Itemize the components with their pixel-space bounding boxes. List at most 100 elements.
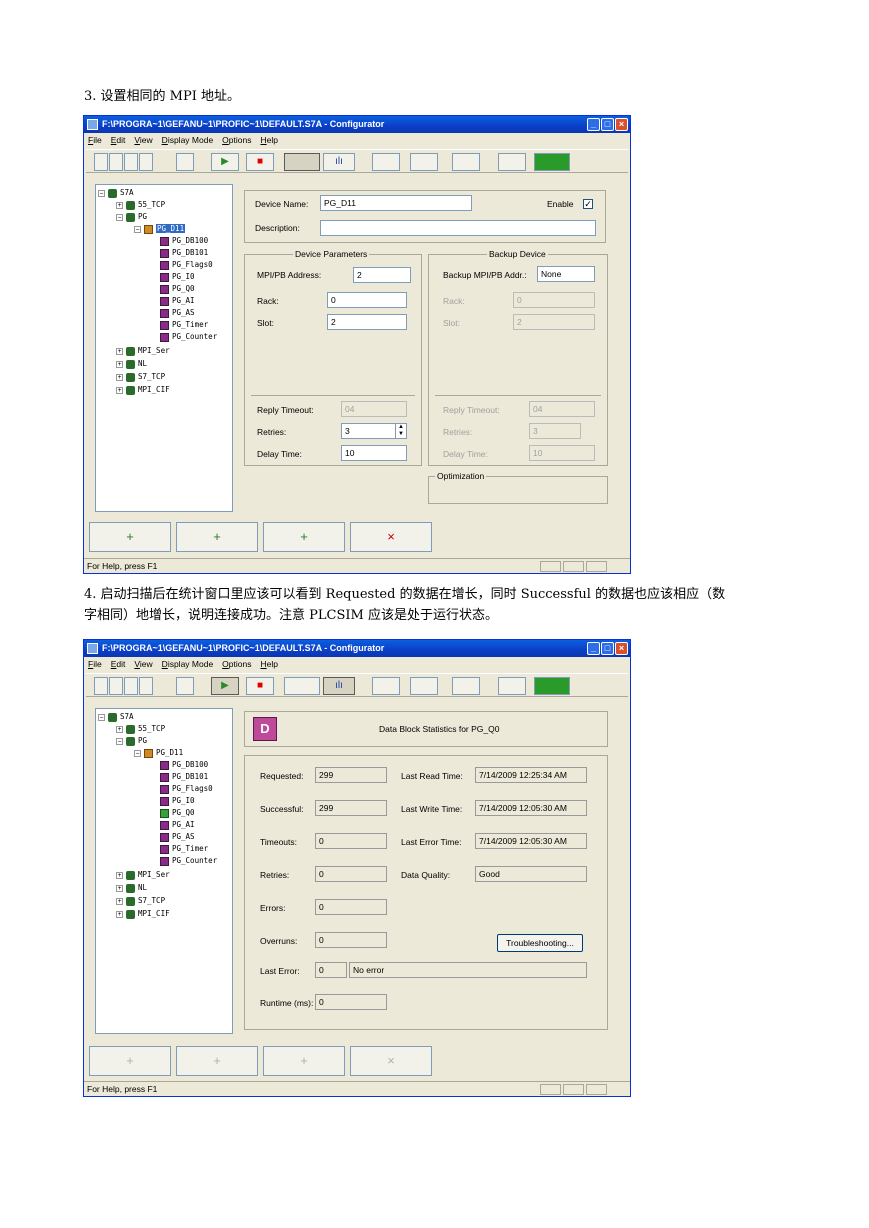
menu-edit[interactable]: Edit	[111, 657, 126, 671]
tree-node-pg-flags0[interactable]: PG_Flags0	[160, 783, 213, 795]
save-all-icon[interactable]	[139, 153, 153, 171]
tree-node-s7-tcp[interactable]: + S7_TCP	[116, 895, 165, 907]
tree-node-pg-db101[interactable]: PG_DB101	[160, 247, 208, 259]
tree-node-55-tcp[interactable]: +55_TCP	[116, 723, 165, 735]
retries-stepper[interactable]: 3 ▲ ▼	[341, 423, 407, 439]
edit-icon[interactable]	[498, 153, 526, 171]
wave-icon[interactable]	[534, 153, 570, 171]
enable-checkbox[interactable]: ✓	[583, 199, 593, 209]
mpi-address-input[interactable]: 2	[353, 267, 411, 283]
save-all-icon[interactable]	[139, 677, 153, 695]
stop-button[interactable]: ■	[246, 677, 274, 695]
network-icon[interactable]	[410, 677, 438, 695]
close-button[interactable]: ×	[615, 642, 628, 655]
tree-node-pg-i0[interactable]: PG_I0	[160, 271, 195, 283]
minimize-button[interactable]: _	[587, 642, 600, 655]
expand-icon[interactable]: +	[116, 884, 123, 892]
tree-node-pg-db100[interactable]: PG_DB100	[160, 235, 208, 247]
add-device-button[interactable]: +	[176, 1046, 258, 1076]
reply-timeout-input[interactable]: 04	[341, 401, 407, 417]
wave-icon[interactable]	[534, 677, 570, 695]
stats-view-button[interactable]: ılı	[323, 153, 355, 171]
tree-node-mpi-cif[interactable]: + MPI_CIF	[116, 384, 170, 396]
tree-node-mpi-ser[interactable]: + MPI_Ser	[116, 345, 170, 357]
menu-view[interactable]: View	[134, 133, 152, 147]
expand-icon[interactable]: +	[116, 725, 123, 733]
expand-icon[interactable]: +	[116, 201, 123, 209]
add-device-button[interactable]: +	[176, 522, 258, 552]
add-channel-button[interactable]: +	[89, 522, 171, 552]
tree-node-pg-counter[interactable]: PG_Counter	[160, 331, 217, 343]
slot-input[interactable]: 2	[327, 314, 407, 330]
minimize-button[interactable]: _	[587, 118, 600, 131]
collapse-icon[interactable]: −	[116, 737, 123, 745]
tree-node-pg-db100[interactable]: PG_DB100	[160, 759, 208, 771]
menu-help[interactable]: Help	[260, 133, 277, 147]
run-button[interactable]: ▶	[211, 153, 239, 171]
menu-file[interactable]: File	[88, 657, 102, 671]
expand-icon[interactable]: +	[116, 871, 123, 879]
tree-node-pg[interactable]: − PG	[116, 211, 147, 223]
stats-view-button[interactable]: ılı	[323, 677, 355, 695]
new-file-icon[interactable]	[94, 153, 108, 171]
tree-node-55-tcp[interactable]: +55_TCP	[116, 199, 165, 211]
collapse-icon[interactable]: −	[134, 749, 141, 757]
tree-node-pg-ai[interactable]: PG_AI	[160, 295, 195, 307]
delete-button[interactable]: ×	[350, 522, 432, 552]
device-icon[interactable]	[452, 677, 480, 695]
expand-icon[interactable]: +	[116, 386, 123, 394]
config-view-icon[interactable]	[284, 677, 320, 695]
tree-node-pg-timer[interactable]: PG_Timer	[160, 319, 208, 331]
tree-node-pg-db101[interactable]: PG_DB101	[160, 771, 208, 783]
save-icon[interactable]	[124, 677, 138, 695]
tree-node-pg-flags0[interactable]: PG_Flags0	[160, 259, 213, 271]
tree-node-pg-q0[interactable]: PG_Q0	[160, 807, 195, 819]
delete-button[interactable]: ×	[350, 1046, 432, 1076]
log-icon[interactable]	[372, 677, 400, 695]
tree-node-pg[interactable]: − PG	[116, 735, 147, 747]
run-button[interactable]: ▶	[211, 677, 239, 695]
expand-icon[interactable]: +	[116, 910, 123, 918]
tree-node-mpi-ser[interactable]: + MPI_Ser	[116, 869, 170, 881]
config-view-icon[interactable]	[284, 153, 320, 171]
open-folder-icon[interactable]	[109, 153, 123, 171]
tree-node-s7-tcp[interactable]: + S7_TCP	[116, 371, 165, 383]
add-block-button[interactable]: +	[263, 522, 345, 552]
add-block-button[interactable]: +	[263, 1046, 345, 1076]
collapse-icon[interactable]: −	[98, 713, 105, 721]
backup-rack-input[interactable]: 0	[513, 292, 595, 308]
tree-node-root[interactable]: − S7A	[98, 711, 134, 723]
tree-node-pg-q0[interactable]: PG_Q0	[160, 283, 195, 295]
expand-icon[interactable]: +	[116, 897, 123, 905]
save-icon[interactable]	[124, 153, 138, 171]
device-icon[interactable]	[452, 153, 480, 171]
edit-icon[interactable]	[498, 677, 526, 695]
backup-delay-input[interactable]: 10	[529, 445, 595, 461]
menu-options[interactable]: Options	[222, 657, 251, 671]
spin-arrows-icon[interactable]: ▲ ▼	[395, 424, 406, 438]
network-icon[interactable]	[410, 153, 438, 171]
expand-icon[interactable]: +	[116, 347, 123, 355]
menu-help[interactable]: Help	[260, 657, 277, 671]
tree-node-pg-d11[interactable]: − PG_D11	[134, 223, 186, 235]
maximize-button[interactable]: □	[601, 118, 614, 131]
expand-icon[interactable]: +	[116, 360, 123, 368]
backup-reply-timeout-input[interactable]: 04	[529, 401, 595, 417]
rack-input[interactable]: 0	[327, 292, 407, 308]
menu-view[interactable]: View	[134, 657, 152, 671]
open-folder-icon[interactable]	[109, 677, 123, 695]
tree-node-root[interactable]: − S7A	[98, 187, 134, 199]
tree-node-nl[interactable]: + NL	[116, 358, 147, 370]
backup-mpi-input[interactable]: None	[537, 266, 595, 282]
tree-node-pg-as[interactable]: PG_AS	[160, 307, 195, 319]
device-name-input[interactable]: PG_D11	[320, 195, 472, 211]
menu-options[interactable]: Options	[222, 133, 251, 147]
collapse-icon[interactable]: −	[116, 213, 123, 221]
collapse-icon[interactable]: −	[134, 225, 141, 233]
close-button[interactable]: ×	[615, 118, 628, 131]
log-icon[interactable]	[372, 153, 400, 171]
tree-node-pg-d11[interactable]: − PG_D11	[134, 747, 183, 759]
backup-slot-input[interactable]: 2	[513, 314, 595, 330]
troubleshooting-button[interactable]: Troubleshooting...	[497, 934, 583, 952]
menu-display-mode[interactable]: Display Mode	[162, 133, 214, 147]
